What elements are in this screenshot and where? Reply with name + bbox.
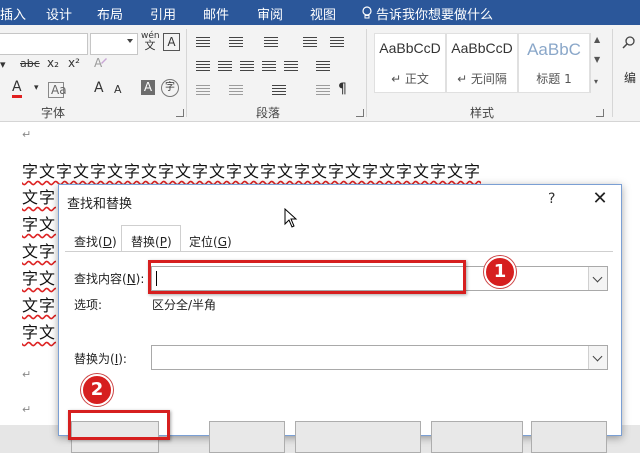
phonetic-char: 文	[144, 39, 156, 52]
document-text-line: 文字	[22, 188, 57, 207]
scroll-up-icon[interactable]: ▲	[594, 35, 600, 44]
group-separator	[612, 29, 613, 117]
scroll-down-icon[interactable]: ▼	[594, 55, 600, 64]
replace-with-label: 替换为(I):	[74, 352, 127, 366]
group-separator	[366, 29, 367, 117]
options-value: 区分全/半角	[152, 298, 217, 312]
ribbon: wén 文 A ▾ abc x₂ x² A A ▾ Aa A A A 字 字体 …	[0, 25, 640, 122]
tab-references[interactable]: 引用	[150, 4, 176, 23]
options-label: 选项:	[74, 298, 103, 312]
replace-all-button[interactable]	[295, 421, 421, 453]
document-text-line: 字文字文字文字文字文字文字文字文字文字文字文字文字文字	[22, 162, 482, 181]
chevron-down-icon	[127, 39, 133, 43]
paragraph-group-label: 段落	[256, 106, 281, 120]
cancel-button[interactable]	[531, 421, 607, 453]
replace-with-combo[interactable]	[151, 345, 608, 370]
font-size-dropdown[interactable]	[90, 33, 138, 55]
subscript-button[interactable]: x₂	[47, 56, 59, 70]
annotation-box-1	[148, 260, 466, 294]
document-text-line: 字文	[22, 323, 57, 342]
document-text-line: 字文	[22, 269, 57, 288]
tab-find[interactable]: 查找(D)	[74, 233, 117, 250]
tab-design[interactable]: 设计	[46, 4, 72, 23]
grow-font-button[interactable]: A	[94, 80, 104, 96]
clear-formatting-icon[interactable]: A	[92, 54, 108, 73]
font-color-dropdown-icon[interactable]: ▾	[34, 83, 39, 93]
annotation-box-2	[68, 410, 170, 440]
find-what-label: 查找内容(N):	[74, 272, 145, 286]
style-name: ↵ 正文	[391, 72, 429, 86]
tab-review[interactable]: 审阅	[257, 4, 283, 23]
style-heading-1[interactable]: AaBbC 标题 1	[518, 33, 590, 93]
find-magnifier-icon[interactable]	[622, 35, 636, 52]
close-icon: ✕	[592, 188, 608, 209]
style-preview: AaBbCcD	[451, 40, 513, 56]
font-name-dropdown[interactable]	[0, 33, 88, 55]
document-text-line: 文字	[22, 296, 57, 315]
style-name: ↵ 无间隔	[457, 72, 507, 86]
shrink-font-button[interactable]: A	[114, 83, 122, 96]
annotation-badge-1: 1	[484, 256, 516, 288]
tab-layout[interactable]: 布局	[97, 4, 123, 23]
character-shading-button[interactable]: A	[141, 80, 155, 95]
paragraph-mark: ↵	[22, 368, 32, 381]
style-preview: AaBbC	[527, 40, 581, 59]
mouse-cursor-icon	[284, 207, 298, 231]
group-separator	[186, 29, 187, 117]
phonetic-guide-button[interactable]: wén 文	[141, 32, 160, 52]
font-dialog-launcher-icon[interactable]	[176, 109, 184, 117]
tab-replace[interactable]: 替换(P)	[131, 233, 172, 250]
find-replace-dialog: 查找和替换 ? ✕ 查找(D) 替换(P) 定位(G) 查找内容(N): 选项:…	[58, 184, 622, 453]
superscript-button[interactable]: x²	[68, 56, 80, 70]
style-normal[interactable]: AaBbCcD ↵ 正文	[374, 33, 446, 93]
lightbulb-icon	[362, 6, 372, 23]
chevron-down-icon[interactable]	[588, 346, 607, 369]
tab-goto[interactable]: 定位(G)	[189, 233, 232, 250]
text-effects-button[interactable]: Aa	[48, 82, 67, 98]
styles-scroll[interactable]: ▲ ▼ ▾	[590, 33, 605, 93]
document-text-line: 字文	[22, 215, 57, 234]
close-button[interactable]: ✕	[587, 188, 613, 210]
tab-view[interactable]: 视图	[310, 4, 336, 23]
chevron-down-icon[interactable]	[588, 267, 607, 290]
tab-divider	[65, 251, 613, 252]
help-button[interactable]: ?	[548, 191, 555, 207]
character-border-button[interactable]: A	[163, 33, 180, 51]
paragraph-mark: ↵	[22, 403, 32, 416]
style-name: 标题 1	[536, 72, 572, 86]
font-color-button[interactable]: A	[12, 80, 22, 98]
dialog-title: 查找和替换	[67, 197, 133, 212]
style-preview: AaBbCcD	[379, 40, 441, 56]
more-styles-icon[interactable]: ▾	[594, 77, 598, 86]
strikethrough-button[interactable]: abc	[20, 57, 40, 70]
tab-insert[interactable]: 插入	[0, 4, 26, 23]
tab-mailings[interactable]: 邮件	[203, 4, 229, 23]
document-text-line: 文字	[22, 242, 57, 261]
styles-group-label: 样式	[470, 106, 495, 120]
paragraph-mark: ↵	[22, 128, 32, 141]
tell-me-text: 告诉我你想要做什么	[376, 8, 494, 23]
ribbon-tab-bar: 插入 设计 布局 引用 邮件 审阅 视图 告诉我你想要做什么	[0, 0, 640, 25]
styles-dialog-launcher-icon[interactable]	[596, 109, 604, 117]
font-group-label: 字体	[41, 106, 66, 120]
style-no-spacing[interactable]: AaBbCcD ↵ 无间隔	[446, 33, 518, 93]
paragraph-dialog-launcher-icon[interactable]	[356, 109, 364, 117]
find-next-button[interactable]	[431, 421, 523, 453]
dropdown-arrow-icon[interactable]: ▾	[0, 58, 6, 71]
editing-group-label: 编	[624, 71, 637, 85]
replace-button[interactable]	[209, 421, 285, 453]
enclose-characters-button[interactable]: 字	[161, 79, 179, 97]
tell-me-search[interactable]: 告诉我你想要做什么	[362, 4, 493, 23]
annotation-badge-2: 2	[81, 374, 113, 406]
